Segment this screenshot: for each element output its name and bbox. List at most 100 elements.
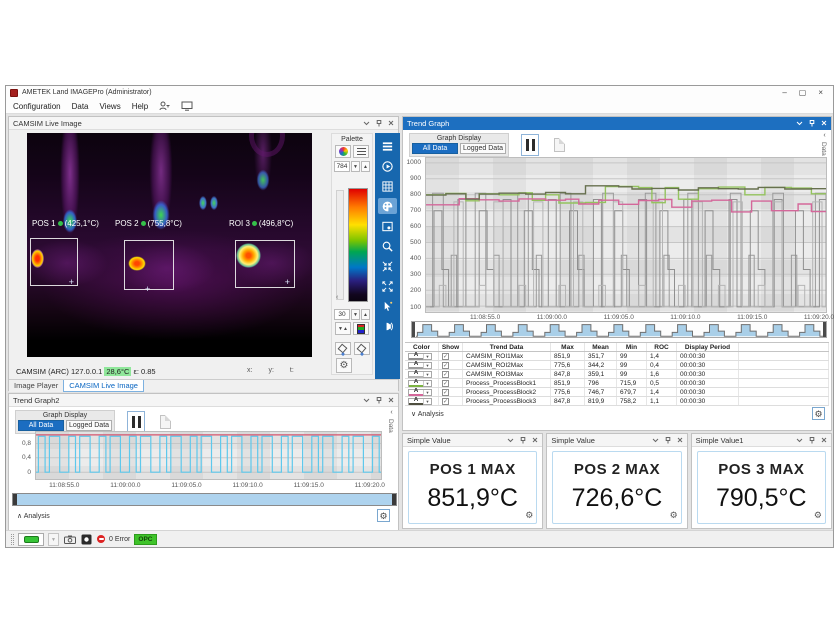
toolbar-grip[interactable] <box>11 534 14 545</box>
row-color-button[interactable]: A▼ <box>408 380 432 387</box>
pin-icon[interactable] <box>665 437 671 444</box>
logged-data-button[interactable]: Logged Data <box>66 420 112 431</box>
level-up-button[interactable]: ▲ <box>361 161 370 172</box>
trend-navigator-chart[interactable] <box>416 322 824 337</box>
span-down-button[interactable]: ▼ <box>351 309 360 320</box>
tab-camsim-live-image[interactable]: CAMSIM Live Image <box>63 380 144 392</box>
analysis-expander[interactable]: ∧ Analysis <box>17 512 50 520</box>
fill-below-button[interactable] <box>354 342 370 355</box>
show-checkbox[interactable]: ✓ <box>442 371 449 378</box>
data-side-tab[interactable]: ‹ Data <box>820 132 829 156</box>
chevron-down-icon[interactable] <box>796 438 803 443</box>
palette-slider[interactable]: ‹ <box>336 190 344 300</box>
record-icon[interactable] <box>80 533 93 545</box>
all-data-button[interactable]: All Data <box>412 143 458 154</box>
close-icon[interactable] <box>821 120 827 126</box>
table-row[interactable]: A▼✓CAMSIM_ROI2Max775,6344,2990,400:00:30 <box>405 361 829 370</box>
menu-icon[interactable] <box>378 138 397 154</box>
row-color-button[interactable]: A▼ <box>408 398 432 405</box>
opc-status-badge[interactable]: OPC <box>134 534 156 545</box>
level-down-button[interactable]: ▼ <box>351 161 360 172</box>
logged-data-button[interactable]: Logged Data <box>460 143 506 154</box>
roi-box-3[interactable]: + <box>235 240 295 288</box>
palette-list-button[interactable] <box>353 145 369 158</box>
menu-configuration[interactable]: Configuration <box>13 102 61 111</box>
expand-icon[interactable] <box>378 278 397 294</box>
palette-tool-icon[interactable] <box>378 198 397 214</box>
display-icon[interactable] <box>181 101 193 111</box>
table-row[interactable]: A▼✓Process_ProcessBlock2775,6746,7679,71… <box>405 388 829 397</box>
roi-box-2[interactable]: + <box>124 240 174 290</box>
palette-settings-button[interactable]: ⚙ <box>336 358 352 373</box>
chevron-down-icon[interactable] <box>363 398 370 403</box>
pause-button[interactable] <box>521 134 539 156</box>
analysis-expander[interactable]: ∨ Analysis <box>411 410 444 418</box>
pin-icon[interactable] <box>376 120 382 127</box>
table-row[interactable]: A▼✓CAMSIM_ROI3Max847,8359,1991,600:00:30 <box>405 370 829 379</box>
show-checkbox[interactable]: ✓ <box>442 353 449 360</box>
error-count[interactable]: 0 Error <box>109 536 130 543</box>
grid-icon[interactable] <box>378 178 397 194</box>
show-checkbox[interactable]: ✓ <box>442 398 449 405</box>
collapse-icon[interactable] <box>378 258 397 274</box>
close-icon[interactable] <box>388 397 394 403</box>
pin-icon[interactable] <box>809 120 815 127</box>
graph-settings-button[interactable]: ⚙ <box>377 509 390 522</box>
row-color-button[interactable]: A▼ <box>408 389 432 396</box>
export-button[interactable] <box>156 411 174 433</box>
image-icon[interactable] <box>378 218 397 234</box>
minimize-button[interactable]: – <box>782 86 786 99</box>
menu-help[interactable]: Help <box>132 102 148 111</box>
trend-navigator-scrollbar[interactable] <box>411 321 827 338</box>
thermal-image[interactable]: POS 1(425,1°C) POS 2(755,8°C) ROI 3(496,… <box>27 133 312 357</box>
all-data-button[interactable]: All Data <box>18 420 64 431</box>
value-settings-button[interactable]: ⚙ <box>814 510 822 521</box>
row-color-button[interactable]: A▼ <box>408 362 432 369</box>
pin-icon[interactable] <box>520 437 526 444</box>
chevron-down-icon[interactable] <box>796 121 803 126</box>
palette-level-input[interactable]: 784 <box>334 161 350 172</box>
fill-above-button[interactable] <box>335 342 351 355</box>
palette-gradient[interactable] <box>348 188 368 302</box>
palette-span-input[interactable]: 30 <box>334 309 350 320</box>
menu-views[interactable]: Views <box>100 102 121 111</box>
row-color-button[interactable]: A▼ <box>408 371 432 378</box>
pin-icon[interactable] <box>809 437 815 444</box>
chevron-down-icon[interactable] <box>652 438 659 443</box>
table-row[interactable]: A▼✓Process_ProcessBlock3847,8819,9758,21… <box>405 397 829 406</box>
chevron-down-icon[interactable] <box>363 121 370 126</box>
auto-range-button[interactable]: ▼▲ <box>335 322 351 335</box>
close-icon[interactable] <box>388 120 394 126</box>
value-settings-button[interactable]: ⚙ <box>525 510 533 521</box>
table-row[interactable]: A▼✓Process_ProcessBlock1851,9796715,90,5… <box>405 379 829 388</box>
roi-box-1[interactable]: + <box>30 238 78 286</box>
data-side-tab[interactable]: ‹ Data <box>387 409 396 433</box>
tab-image-player[interactable]: Image Player <box>9 380 63 392</box>
close-icon[interactable] <box>821 437 827 443</box>
cursor-add-icon[interactable] <box>378 298 397 314</box>
pause-button[interactable] <box>127 411 145 433</box>
graph-settings-button[interactable]: ⚙ <box>812 407 825 420</box>
close-icon[interactable] <box>677 437 683 443</box>
restore-button[interactable]: ▢ <box>799 86 807 99</box>
play-target-icon[interactable] <box>378 158 397 174</box>
user-permissions-icon[interactable] <box>159 101 170 111</box>
rgb-palette-button[interactable] <box>353 322 369 335</box>
export-button[interactable] <box>550 134 568 156</box>
trend2-scrollbar[interactable] <box>12 493 397 506</box>
camera-dropdown-button[interactable]: ▼ <box>48 533 59 546</box>
zoom-icon[interactable] <box>378 238 397 254</box>
color-wheel-button[interactable] <box>335 145 351 158</box>
show-checkbox[interactable]: ✓ <box>442 362 449 369</box>
trend2-chart[interactable] <box>35 431 382 480</box>
row-color-button[interactable]: A▼ <box>408 353 432 360</box>
camera-connection-button[interactable] <box>18 533 44 546</box>
show-checkbox[interactable]: ✓ <box>442 380 449 387</box>
close-button[interactable]: × <box>818 86 823 99</box>
span-up-button[interactable]: ▲ <box>361 309 370 320</box>
trend-chart[interactable] <box>425 157 827 313</box>
table-row[interactable]: A▼✓CAMSIM_ROI1Max851,9351,7991,400:00:30 <box>405 352 829 361</box>
pin-icon[interactable] <box>376 397 382 404</box>
value-settings-button[interactable]: ⚙ <box>670 510 678 521</box>
menu-data[interactable]: Data <box>72 102 89 111</box>
